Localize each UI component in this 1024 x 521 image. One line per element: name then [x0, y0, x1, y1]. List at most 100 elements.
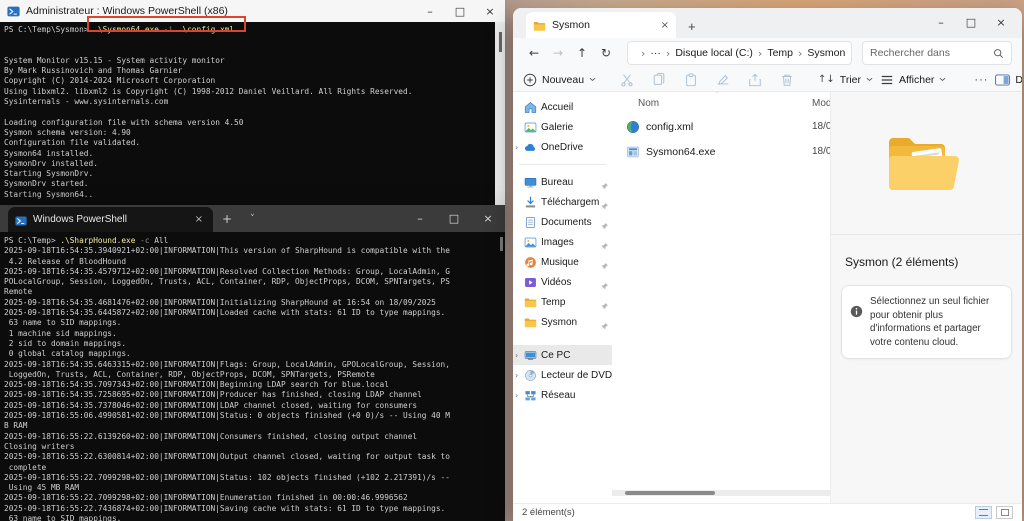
new-tab-button[interactable]: + [213, 212, 241, 226]
sidebar-item-ce-pc[interactable]: ›Ce PC [513, 345, 612, 365]
chevron-expand-icon[interactable]: › [515, 391, 518, 400]
details-pane-icon [995, 74, 1010, 86]
view-button[interactable]: Afficher [880, 73, 946, 87]
sidebar-item-galerie[interactable]: Galerie [513, 117, 612, 137]
explorer-sidebar: AccueilGalerie›OneDrive BureauTélécharge… [513, 92, 612, 503]
sidebar-item-telechargements[interactable]: Téléchargements [513, 192, 612, 212]
explorer-tab[interactable]: Sysmon × [526, 12, 676, 38]
sidebar-item-label: Images [541, 237, 599, 248]
sidebar-item-accueil[interactable]: Accueil [513, 97, 612, 117]
paste-icon [684, 73, 698, 87]
terminal-window: Windows PowerShell × + ˅ – □ × PS C:\Tem… [0, 205, 505, 521]
sidebar-item-videos[interactable]: Vidéos [513, 272, 612, 292]
maximize-button[interactable]: □ [956, 16, 986, 29]
sidebar-item-musique[interactable]: Musique [513, 252, 612, 272]
icons-view-toggle[interactable] [996, 506, 1013, 519]
back-icon[interactable]: ← [523, 46, 545, 60]
minimize-button[interactable]: – [415, 0, 445, 22]
close-button[interactable]: × [986, 16, 1016, 29]
refresh-icon[interactable]: ↻ [595, 46, 617, 60]
console-line: 2025-09-18T16:54:35.3940921+02:00|INFORM… [4, 246, 501, 256]
file-row-sysmon64-exe[interactable]: Sysmon64.exe18/0 [612, 139, 830, 164]
view-lines-icon [880, 73, 894, 87]
minimize-button[interactable]: – [926, 16, 956, 29]
pin-icon [600, 318, 609, 327]
maximize-button[interactable]: □ [437, 212, 471, 225]
file-row-config-xml[interactable]: config.xml18/0 [612, 114, 830, 139]
search-input[interactable]: Rechercher dans [862, 41, 1012, 65]
console-line: 2025-09-18T16:55:22.7099298+02:00|INFORM… [4, 493, 501, 503]
chevron-expand-icon[interactable]: › [515, 143, 518, 152]
preview-info-text: Sélectionnez un seul fichier pour obteni… [870, 295, 1003, 349]
console-line: 1 machine sid mappings. [4, 329, 501, 339]
console-line [4, 107, 491, 117]
sidebar-item-sysmon[interactable]: Sysmon [513, 312, 612, 332]
console-line: Remote [4, 287, 501, 297]
icons-view-icon [1001, 509, 1009, 516]
details-pane-button[interactable]: Détails [995, 74, 1022, 86]
rename-icon [716, 73, 730, 87]
column-header-name[interactable]: Nom [638, 98, 659, 109]
console-scrollbar[interactable] [495, 22, 505, 216]
new-tab-button[interactable]: + [688, 19, 696, 38]
sidebar-item-documents[interactable]: Documents [513, 212, 612, 232]
pin-icon [600, 218, 609, 227]
preview-info-card: Sélectionnez un seul fichier pour obteni… [841, 285, 1012, 359]
scrollbar-thumb[interactable] [625, 491, 715, 495]
breadcrumb-item-disque-local-c[interactable]: Disque local (C:) [675, 47, 753, 59]
sidebar-item-images[interactable]: Images [513, 232, 612, 252]
pin-icon [600, 298, 609, 307]
console-line: Starting SysmonDrv. [4, 169, 491, 179]
file-list-header[interactable]: ˆ Nom Mod [612, 92, 830, 114]
powershell-admin-titlebar[interactable]: Administrateur : Windows PowerShell (x86… [0, 0, 505, 22]
powershell-admin-console[interactable]: PS C:\Temp\Sysmon> .\Sysmon64.exe -i .\c… [0, 22, 495, 216]
preview-divider [831, 234, 1022, 235]
details-view-toggle[interactable] [975, 506, 992, 519]
terminal-titlebar[interactable]: Windows PowerShell × + ˅ – □ × [0, 205, 505, 232]
file-list[interactable]: ˆ Nom Mod config.xml18/0Sysmon64.exe18/0 [612, 92, 830, 503]
breadcrumb[interactable]: ›···›Disque local (C:)›Temp›Sysmon [627, 41, 852, 65]
breadcrumb-item-temp[interactable]: Temp [767, 47, 793, 59]
sidebar-item-lecteur-de-dvd-d[interactable]: ›Lecteur de DVD (D:) [513, 365, 612, 385]
sidebar-item-reseau[interactable]: ›Réseau [513, 385, 612, 405]
up-icon[interactable]: ↑ [571, 46, 593, 60]
close-button[interactable]: × [475, 0, 505, 22]
tab-dropdown-button[interactable]: ˅ [241, 214, 264, 224]
console-line: By Mark Russinovich and Thomas Garnier [4, 66, 491, 76]
details-pane: Sysmon (2 éléments) Sélectionnez un seul… [830, 92, 1022, 503]
explorer-tabbar[interactable]: Sysmon × + – □ × [513, 8, 1022, 38]
chevron-expand-icon[interactable]: › [515, 351, 518, 360]
column-header-modified[interactable]: Mod [812, 98, 830, 109]
more-options-button[interactable]: ··· [974, 74, 988, 86]
breadcrumb-overflow-button[interactable]: ··· [650, 47, 661, 59]
console-line: 2025-09-18T16:54:35.6463315+02:00|INFORM… [4, 360, 501, 370]
horizontal-scrollbar[interactable] [612, 490, 830, 496]
terminal-console[interactable]: PS C:\Temp> .\SharpHound.exe -c All2025-… [0, 232, 505, 521]
sidebar-item-onedrive[interactable]: ›OneDrive [513, 137, 612, 157]
search-icon [993, 48, 1004, 59]
console-line: PS C:\Temp\Sysmon> .\Sysmon64.exe -i .\c… [4, 25, 491, 35]
scrollbar-thumb[interactable] [499, 32, 502, 52]
maximize-button[interactable]: □ [445, 0, 475, 22]
breadcrumb-separator-icon: › [641, 47, 645, 60]
breadcrumb-item-sysmon[interactable]: Sysmon [807, 47, 845, 59]
cloud-icon [524, 141, 537, 154]
terminal-tab[interactable]: Windows PowerShell × [8, 207, 213, 232]
sidebar-item-bureau[interactable]: Bureau [513, 172, 612, 192]
scrollbar-thumb[interactable] [500, 237, 503, 251]
console-line: 2025-09-18T16:54:35.4681476+02:00|INFORM… [4, 298, 501, 308]
close-button[interactable]: × [471, 212, 505, 225]
tab-close-icon[interactable]: × [192, 214, 206, 225]
minimize-button[interactable]: – [403, 212, 437, 225]
powershell-admin-window: Administrateur : Windows PowerShell (x86… [0, 0, 505, 216]
cut-icon [620, 73, 634, 87]
tab-close-icon[interactable]: × [661, 20, 669, 31]
chevron-expand-icon[interactable]: › [515, 371, 518, 380]
sidebar-item-temp[interactable]: Temp [513, 292, 612, 312]
powershell-icon [15, 214, 27, 226]
sort-button[interactable]: ↑↓ Trier [818, 74, 873, 86]
new-button[interactable]: Nouveau [523, 73, 596, 87]
sidebar-item-label: Sysmon [541, 317, 599, 328]
details-view-icon [979, 509, 988, 516]
chevron-down-icon [866, 77, 873, 82]
